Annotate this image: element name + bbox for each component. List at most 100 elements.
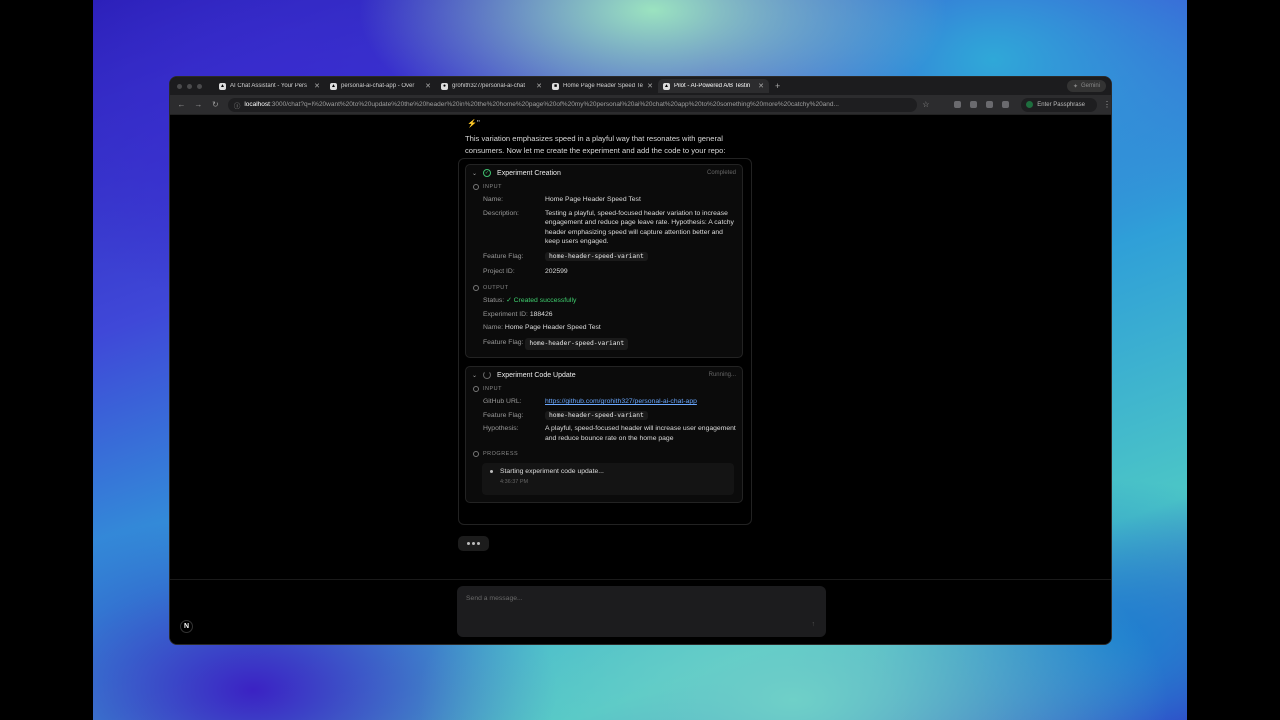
tab-bar: ▲ AI Chat Assistant - Your Pers ✕ ▲ pers… [170, 77, 1111, 95]
progress-text: Starting experiment code update... [500, 468, 604, 476]
site-info-icon[interactable]: ⓘ [234, 100, 241, 110]
input-section-label: INPUT [466, 384, 742, 394]
tab-label: Pilot - AI-Powered A/B Testin [674, 83, 751, 89]
field-row: Project ID: 202599 [466, 267, 742, 277]
forward-icon[interactable]: → [190, 100, 207, 109]
field-key: GitHub URL: [483, 398, 522, 405]
section-label: PROGRESS [483, 451, 519, 458]
message-input-placeholder[interactable]: Send a message... [466, 595, 523, 602]
sidebar-icon[interactable] [1002, 101, 1010, 108]
section-label: INPUT [483, 386, 502, 392]
tab-personal-ai-chat-app[interactable]: ▲ personal-ai-chat-app - Over ✕ [325, 79, 436, 93]
progress-section-label: PROGRESS [466, 449, 742, 459]
tab-github-repo[interactable]: ● grohith327/personal-ai-chat ✕ [436, 79, 547, 93]
field-value: A playful, speed-focused header will inc… [545, 425, 736, 442]
close-tab-icon[interactable]: ✕ [536, 82, 542, 90]
experiment-creation-header[interactable]: ⌄ ✓ Experiment Creation Completed [466, 165, 742, 181]
field-key: Hypothesis: [483, 425, 519, 433]
tab-home-page-header[interactable]: ■ Home Page Header Speed Te ✕ [547, 79, 658, 93]
close-tab-icon[interactable]: ✕ [425, 82, 431, 90]
feature-flag-code: home-header-speed-variant [545, 410, 648, 420]
section-label: INPUT [483, 184, 502, 190]
github-icon: ● [441, 82, 448, 90]
url-host: localhost [244, 101, 270, 108]
spinner-icon [483, 371, 492, 379]
progress-log: Starting experiment code update... 4:36:… [482, 463, 734, 496]
card-title: Experiment Creation [497, 169, 561, 177]
passphrase-label: Enter Passphrase [1037, 101, 1085, 108]
close-window-button[interactable] [177, 83, 182, 89]
output-row: Feature Flag: home-header-speed-variant [466, 337, 742, 350]
close-tab-icon[interactable]: ✕ [647, 82, 653, 90]
circle-icon [473, 285, 479, 292]
dot-icon [472, 542, 475, 545]
minimize-window-button[interactable] [187, 83, 192, 89]
message-composer[interactable]: Send a message... ↑ [457, 586, 826, 637]
field-key: Project ID: [483, 267, 515, 275]
extension-icon[interactable] [954, 101, 962, 108]
field-row: Name: Home Page Header Speed Test [466, 195, 742, 205]
dot-icon [467, 542, 470, 545]
tab-label: grohith327/personal-ai-chat [452, 83, 526, 89]
window-controls [170, 83, 214, 89]
close-tab-icon[interactable]: ✕ [758, 82, 764, 90]
status-badge: Running... [708, 372, 736, 378]
extension-icon[interactable] [970, 101, 978, 108]
profile-icon [1026, 101, 1034, 108]
url-path: :3000/chat?q=I%20want%20to%20update%20th… [269, 101, 839, 108]
nextjs-logo[interactable]: N [180, 620, 193, 633]
output-row: Name: Home Page Header Speed Test [466, 323, 742, 333]
bookmark-star-icon[interactable]: ☆ [917, 100, 934, 109]
field-row: Feature Flag: home-header-speed-variant [466, 410, 742, 421]
status-success: ✓ Created successfully [506, 297, 577, 305]
tab-label: Home Page Header Speed Te [563, 83, 643, 89]
assistant-message-text: This variation emphasizes speed in a pla… [465, 134, 726, 155]
github-url-link[interactable]: https://github.com/grohith327/personal-a… [545, 398, 697, 405]
circle-icon [473, 386, 479, 392]
refresh-icon [473, 451, 479, 458]
tab-pilot[interactable]: ▲ Pilot - AI-Powered A/B Testin ✕ [658, 79, 769, 93]
code-update-header[interactable]: ⌄ Experiment Code Update Running... [466, 367, 742, 383]
maximize-window-button[interactable] [197, 83, 202, 89]
gemini-button[interactable]: ✦ Gemini [1067, 80, 1106, 92]
field-key: Feature Flag: [483, 252, 524, 260]
field-row: Feature Flag: home-header-speed-variant [466, 251, 742, 262]
url-input[interactable]: ⓘ localhost:3000/chat?q=I%20want%20to%20… [227, 97, 918, 112]
field-value: Home Page Header Speed Test [545, 196, 641, 203]
document-icon: ■ [552, 82, 559, 90]
field-value: 188426 [529, 310, 553, 318]
address-bar-row: ← → ↻ ⓘ localhost:3000/chat?q=I%20want%2… [170, 95, 1111, 115]
reload-icon[interactable]: ↻ [207, 100, 224, 109]
triangle-icon: ▲ [663, 82, 670, 90]
send-arrow-icon[interactable]: ↑ [812, 621, 816, 628]
status-badge: Completed [706, 170, 736, 176]
more-options-icon[interactable]: ⋮ [1103, 100, 1111, 109]
chat-page: ⚡" This variation emphasizes speed in a … [170, 116, 1111, 644]
field-row: GitHub URL: https://github.com/grohith32… [466, 397, 742, 407]
field-key: Feature Flag: [483, 338, 524, 346]
output-section-label: OUTPUT [466, 283, 742, 293]
chevron-down-icon[interactable]: ⌄ [472, 170, 477, 177]
feature-flag-code: home-header-speed-variant [545, 251, 648, 261]
experiment-creation-card: ⌄ ✓ Experiment Creation Completed INPUT … [465, 164, 743, 358]
circle-icon [473, 184, 479, 190]
gemini-label: Gemini [1081, 83, 1101, 89]
new-tab-button[interactable]: + [769, 81, 786, 91]
field-key: Name: [483, 196, 504, 203]
tab-ai-chat-assistant[interactable]: ▲ AI Chat Assistant - Your Pers ✕ [214, 79, 325, 93]
passphrase-button[interactable]: Enter Passphrase [1021, 97, 1097, 112]
browser-window: ▲ AI Chat Assistant - Your Pers ✕ ▲ pers… [169, 76, 1112, 645]
sparkle-icon: ✦ [1072, 83, 1078, 90]
progress-timestamp: 4:36:37 PM [500, 479, 529, 486]
puzzle-icon[interactable] [986, 101, 994, 108]
field-value: 202599 [545, 267, 568, 275]
close-tab-icon[interactable]: ✕ [314, 82, 320, 90]
output-row: Experiment ID: 188426 [466, 310, 742, 320]
dot-icon [477, 542, 480, 545]
typing-indicator [458, 536, 489, 551]
back-icon[interactable]: ← [173, 100, 190, 109]
experiment-code-update-card: ⌄ Experiment Code Update Running... INPU… [465, 366, 743, 503]
field-key: Description: [483, 209, 519, 217]
chevron-down-icon[interactable]: ⌄ [472, 372, 477, 379]
triangle-icon: ▲ [219, 82, 226, 90]
